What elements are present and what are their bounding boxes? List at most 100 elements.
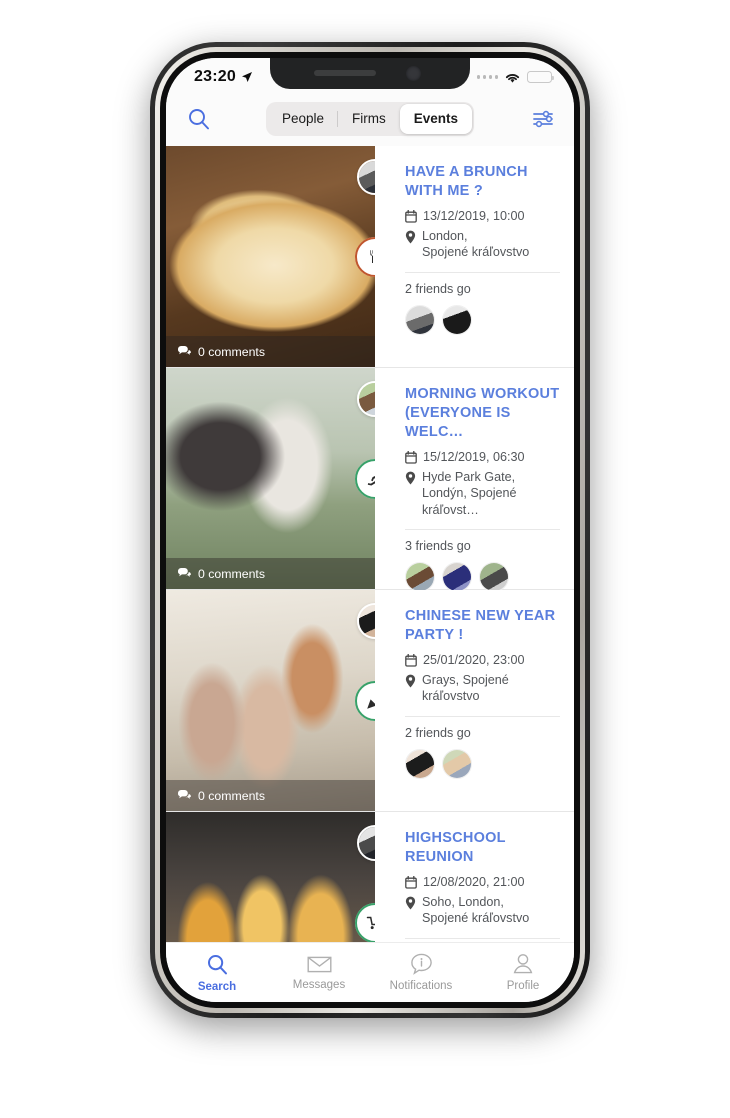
event-date-row: 12/08/2020, 21:00 [405, 874, 560, 891]
phone-screen: 23:20 People Firms Events 0 comments HAV… [166, 58, 574, 1002]
bottom-navigation: Search Messages Notifications Profile [166, 942, 574, 1002]
comment-bubbles-icon [177, 346, 191, 355]
comments-count: 0 comments [198, 788, 265, 803]
notch [270, 58, 470, 89]
event-location-line1: Hyde Park Gate, [422, 469, 516, 484]
segmented-control[interactable]: People Firms Events [265, 102, 475, 136]
map-pin-icon [405, 230, 416, 243]
event-card[interactable]: 0 comments MORNING WORKOUT (EVERYONE IS … [166, 368, 574, 592]
event-image[interactable]: 0 comments [166, 368, 375, 589]
friend-avatars[interactable] [405, 748, 560, 779]
earpiece-speaker [314, 70, 376, 76]
person-icon [513, 954, 533, 974]
comment-bubbles-icon [177, 790, 191, 799]
nav-item-search[interactable]: Search [166, 953, 268, 993]
comments-count: 0 comments [198, 566, 265, 581]
event-date: 13/12/2019, 10:00 [423, 209, 525, 223]
front-camera [406, 66, 421, 81]
nav-label: Profile [506, 980, 540, 992]
battery-icon [527, 71, 555, 83]
event-card[interactable]: 0 comments CHINESE NEW YEAR PARTY ! 25/0… [166, 590, 574, 812]
event-title[interactable]: HIGHSCHOOL REUNION [405, 829, 560, 867]
tab-people[interactable]: People [268, 104, 339, 134]
nav-label: Messages [292, 979, 346, 991]
status-left: 23:20 [194, 68, 253, 86]
avatar[interactable] [405, 304, 435, 335]
comment-bubbles-icon [177, 568, 191, 577]
event-photo-pizza [166, 146, 375, 367]
nav-label: Search [197, 980, 237, 993]
map-pin-icon [405, 471, 416, 484]
tab-firms[interactable]: Firms [338, 104, 400, 134]
map-pin-icon [405, 674, 416, 687]
signal-dots-icon [476, 75, 498, 79]
event-location-line2: Londýn, Spojené kráľovst… [422, 486, 517, 517]
event-date: 15/12/2019, 06:30 [423, 450, 525, 464]
filter-sliders-icon[interactable] [526, 104, 560, 134]
event-image[interactable]: 0 comments [166, 590, 375, 811]
event-title[interactable]: CHINESE NEW YEAR PARTY ! [405, 607, 560, 645]
friends-going-label: 2 friends go [405, 281, 471, 296]
comments-badge[interactable]: 0 comments [166, 336, 375, 367]
calendar-icon [405, 210, 417, 223]
event-location-line1: Grays, Spojené [422, 672, 509, 687]
avatar[interactable] [405, 748, 435, 779]
comments-count: 0 comments [198, 344, 265, 359]
divider [405, 529, 560, 530]
event-title[interactable]: HAVE A BRUNCH WITH ME ? [405, 163, 560, 201]
nav-item-messages[interactable]: Messages [268, 954, 370, 991]
event-title[interactable]: MORNING WORKOUT (EVERYONE IS WELC… [405, 385, 560, 442]
avatar[interactable] [442, 562, 472, 592]
event-card[interactable]: HIGHSCHOOL REUNION 12/08/2020, 21:00 Soh… [166, 812, 574, 942]
event-location-line1: London, [422, 228, 468, 243]
event-date-row: 25/01/2020, 23:00 [405, 652, 560, 669]
calendar-icon [405, 451, 417, 464]
event-card[interactable]: 0 comments HAVE A BRUNCH WITH ME ? 13/12… [166, 146, 574, 368]
calendar-icon [405, 654, 417, 667]
event-location-row: Hyde Park Gate, Londýn, Spojené kráľovst… [405, 469, 560, 519]
friends-going-label: 3 friends go [405, 539, 471, 553]
event-location-row: Soho, London, Spojené kráľovstvo [405, 894, 560, 927]
event-photo-drinks [166, 812, 375, 942]
event-location-line2: kráľovstvo [422, 689, 480, 703]
status-time: 23:20 [194, 68, 236, 85]
envelope-icon [307, 956, 332, 973]
divider [405, 937, 560, 939]
event-location-row: London, Spojené kráľovstvo [405, 228, 560, 261]
event-date: 12/08/2020, 21:00 [423, 875, 525, 889]
event-date-row: 13/12/2019, 10:00 [405, 208, 560, 225]
event-details: CHINESE NEW YEAR PARTY ! 25/01/2020, 23:… [375, 590, 574, 811]
event-photo-friends [166, 590, 375, 811]
event-image[interactable] [166, 812, 375, 942]
friend-avatars[interactable] [405, 562, 560, 592]
avatar[interactable] [442, 748, 472, 779]
friends-going-label: 2 friends go [405, 725, 471, 740]
comments-badge[interactable]: 0 comments [166, 780, 375, 811]
event-location-line1: Soho, London, [422, 894, 504, 909]
events-feed[interactable]: 0 comments HAVE A BRUNCH WITH ME ? 13/12… [166, 146, 574, 942]
nav-item-profile[interactable]: Profile [472, 953, 574, 992]
location-arrow-icon [241, 72, 252, 82]
avatar[interactable] [479, 562, 509, 592]
nav-item-notifications[interactable]: Notifications [370, 953, 472, 992]
info-bubble-icon [410, 953, 432, 975]
event-image[interactable]: 0 comments [166, 146, 375, 367]
friend-avatars[interactable] [405, 304, 560, 335]
event-photo-park [166, 368, 375, 589]
event-location-line2: Spojené kráľovstvo [422, 911, 530, 925]
tab-events[interactable]: Events [399, 104, 473, 134]
divider [405, 715, 560, 717]
search-icon[interactable] [184, 104, 214, 134]
event-details: HIGHSCHOOL REUNION 12/08/2020, 21:00 Soh… [375, 812, 574, 942]
top-bar: People Firms Events [166, 92, 574, 146]
comments-badge[interactable]: 0 comments [166, 558, 375, 589]
event-date: 25/01/2020, 23:00 [423, 653, 525, 667]
nav-label: Notifications [389, 980, 453, 992]
divider [405, 271, 560, 273]
phone-frame: 23:20 People Firms Events 0 comments HAV… [150, 42, 590, 1018]
event-location-line2: Spojené kráľovstvo [422, 245, 530, 259]
avatar[interactable] [405, 562, 435, 592]
map-pin-icon [405, 896, 416, 909]
calendar-icon [405, 876, 417, 889]
avatar[interactable] [442, 304, 472, 335]
